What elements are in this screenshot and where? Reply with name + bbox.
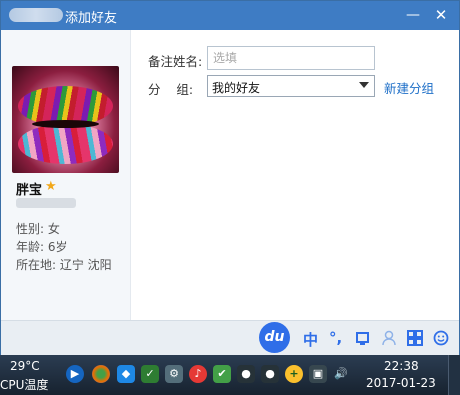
cpu-temp-label: CPU温度	[0, 378, 49, 392]
media-player-icon[interactable]: ▶	[66, 365, 84, 383]
user-icon[interactable]	[381, 330, 397, 346]
minimize-button[interactable]: —	[403, 5, 423, 25]
music-app-icon[interactable]: ♪	[189, 365, 207, 383]
grid-menu-icon[interactable]	[407, 330, 423, 346]
network-app-icon[interactable]: ⚙	[165, 365, 183, 383]
box-app-icon[interactable]: ◆	[117, 365, 135, 383]
remark-input[interactable]	[207, 46, 375, 70]
add-friend-window: 添加好友 — ✕ 胖宝 ★ 性别: 女 年龄: 6岁 所在地: 辽宁 沈阳 备注…	[0, 0, 460, 355]
browser-icon[interactable]	[92, 365, 110, 383]
shield-icon[interactable]: ✓	[141, 365, 159, 383]
gender-info: 性别: 女	[16, 222, 60, 236]
group-select-value: 我的好友	[212, 81, 261, 95]
blurred-title-prefix	[9, 8, 63, 22]
smiley-icon[interactable]	[433, 330, 449, 346]
cpu-temperature: 29°C	[10, 359, 40, 373]
chevron-down-icon	[359, 82, 369, 88]
device-icon[interactable]: ▣	[309, 365, 327, 383]
blurred-account-id	[16, 198, 76, 208]
ime-lang-toggle[interactable]: 中	[303, 329, 318, 350]
titlebar[interactable]: 添加好友 — ✕	[1, 1, 459, 30]
profile-panel: 胖宝 ★ 性别: 女 年龄: 6岁 所在地: 辽宁 沈阳	[1, 30, 131, 320]
group-select[interactable]: 我的好友	[207, 75, 375, 97]
window-title: 添加好友	[65, 11, 118, 26]
group-label: 分 组:	[148, 82, 194, 97]
clock-time[interactable]: 22:38	[384, 359, 419, 373]
avatar	[12, 66, 119, 173]
clock-date[interactable]: 2017-01-23	[366, 376, 436, 390]
remark-label: 备注姓名:	[148, 54, 203, 69]
taskbar: 29°C CPU温度 ▶ ◆ ✓ ⚙ ♪ ✔ ● ● + ▣ 🔊 22:38 2…	[0, 355, 460, 395]
ime-keyboard-icon[interactable]	[355, 330, 371, 346]
location-info: 所在地: 辽宁 沈阳	[16, 258, 112, 272]
security-app-icon[interactable]: ✔	[213, 365, 231, 383]
volume-icon[interactable]: 🔊	[332, 365, 350, 383]
close-button[interactable]: ✕	[431, 5, 451, 25]
baidu-ime-logo-icon[interactable]: du	[259, 322, 290, 353]
game-app-icon[interactable]: +	[285, 365, 303, 383]
show-desktop-button[interactable]	[448, 355, 460, 395]
new-group-link[interactable]: 新建分组	[384, 78, 434, 97]
nickname: 胖宝	[16, 183, 43, 198]
age-info: 年龄: 6岁	[16, 240, 68, 254]
ime-punct-toggle[interactable]: °,	[329, 329, 342, 347]
star-icon: ★	[45, 179, 57, 194]
qq-penguin-icon-2[interactable]: ●	[261, 365, 279, 383]
qq-penguin-icon[interactable]: ●	[237, 365, 255, 383]
